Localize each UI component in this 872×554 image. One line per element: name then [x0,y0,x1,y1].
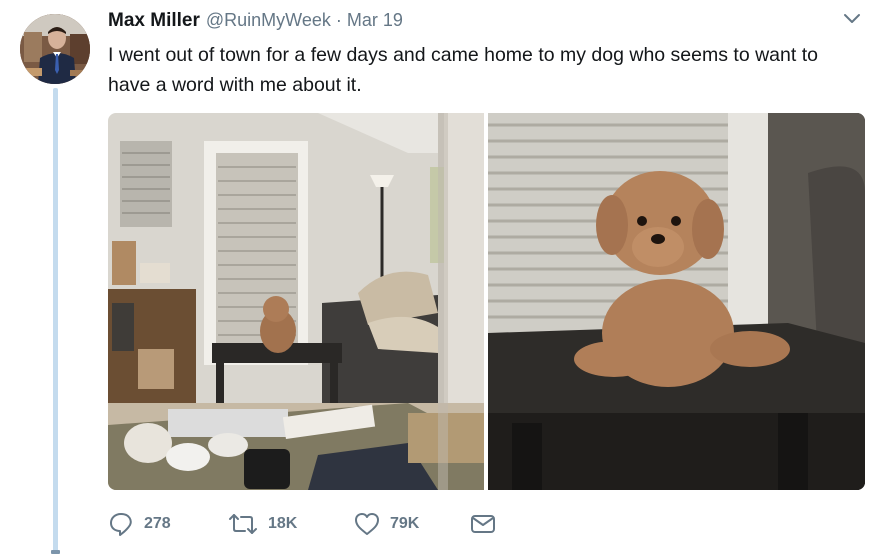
thread-connector-line [53,88,58,554]
retweet-button[interactable]: 18K [228,513,297,535]
heart-icon [354,512,380,536]
envelope-icon [470,513,496,535]
separator-dot: · [335,10,342,30]
direct-message-button[interactable] [470,513,496,535]
reply-icon [108,511,134,537]
author-handle[interactable]: @RuinMyWeek [206,10,331,31]
thread-connector-end [51,550,60,554]
retweet-count: 18K [268,515,298,532]
retweet-icon [228,513,258,535]
tweet-text: I went out of town for a few days and ca… [108,44,818,96]
photo-dog-closeup[interactable] [488,113,865,490]
reply-button[interactable]: 278 [108,511,171,537]
media-grid [108,113,865,490]
like-button[interactable]: 79K [354,512,419,536]
photo-living-room[interactable] [108,113,484,490]
like-count: 79K [390,515,420,532]
author-name[interactable]: Max Miller [108,10,200,32]
tweet-date[interactable]: Mar 19 [347,10,403,31]
tweet-header: Max Miller @RuinMyWeek · Mar 19 [108,10,403,34]
reply-count: 278 [144,515,171,532]
avatar[interactable] [20,14,90,84]
chevron-down-icon[interactable] [842,12,862,26]
